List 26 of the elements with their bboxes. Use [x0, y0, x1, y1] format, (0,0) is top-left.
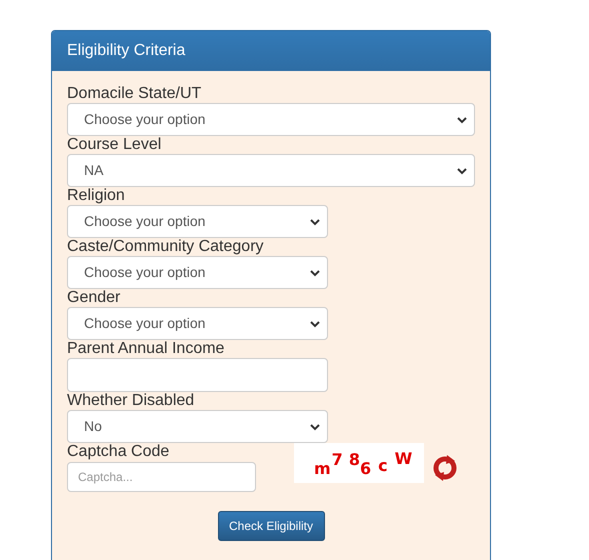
select-field[interactable]: No [67, 410, 328, 443]
select-field[interactable]: Choose your option [67, 307, 328, 340]
select-field[interactable]: Choose your option [67, 205, 328, 238]
chevron-down-icon [310, 321, 320, 328]
chevron-down-icon [457, 117, 467, 124]
select-field[interactable]: Choose your option [67, 103, 475, 136]
refresh-icon[interactable] [432, 455, 458, 481]
field-label: Course Level [67, 136, 162, 154]
select-field[interactable]: Choose your option [67, 256, 328, 289]
check-eligibility-button[interactable]: Check Eligibility [218, 511, 324, 541]
select-field[interactable]: NA [67, 154, 475, 187]
chevron-down-icon [310, 424, 320, 431]
chevron-down-icon [310, 219, 320, 226]
chevron-down-icon [310, 270, 320, 277]
input-field[interactable] [67, 358, 328, 392]
field-label: Parent Annual Income [67, 340, 226, 358]
chevron-down-icon [457, 168, 467, 175]
captcha-image: m7 86 c W [294, 443, 424, 483]
field-label: Domacile State/UT [67, 85, 202, 103]
field-label: Captcha Code [67, 443, 170, 461]
field-label: Caste/Community Category [67, 238, 265, 256]
field-label: Gender [67, 289, 122, 307]
captcha-field[interactable]: Captcha... [67, 462, 256, 492]
panel-title: Eligibility Criteria [67, 41, 186, 61]
field-label: Whether Disabled [67, 392, 196, 410]
field-label: Religion [67, 187, 126, 205]
